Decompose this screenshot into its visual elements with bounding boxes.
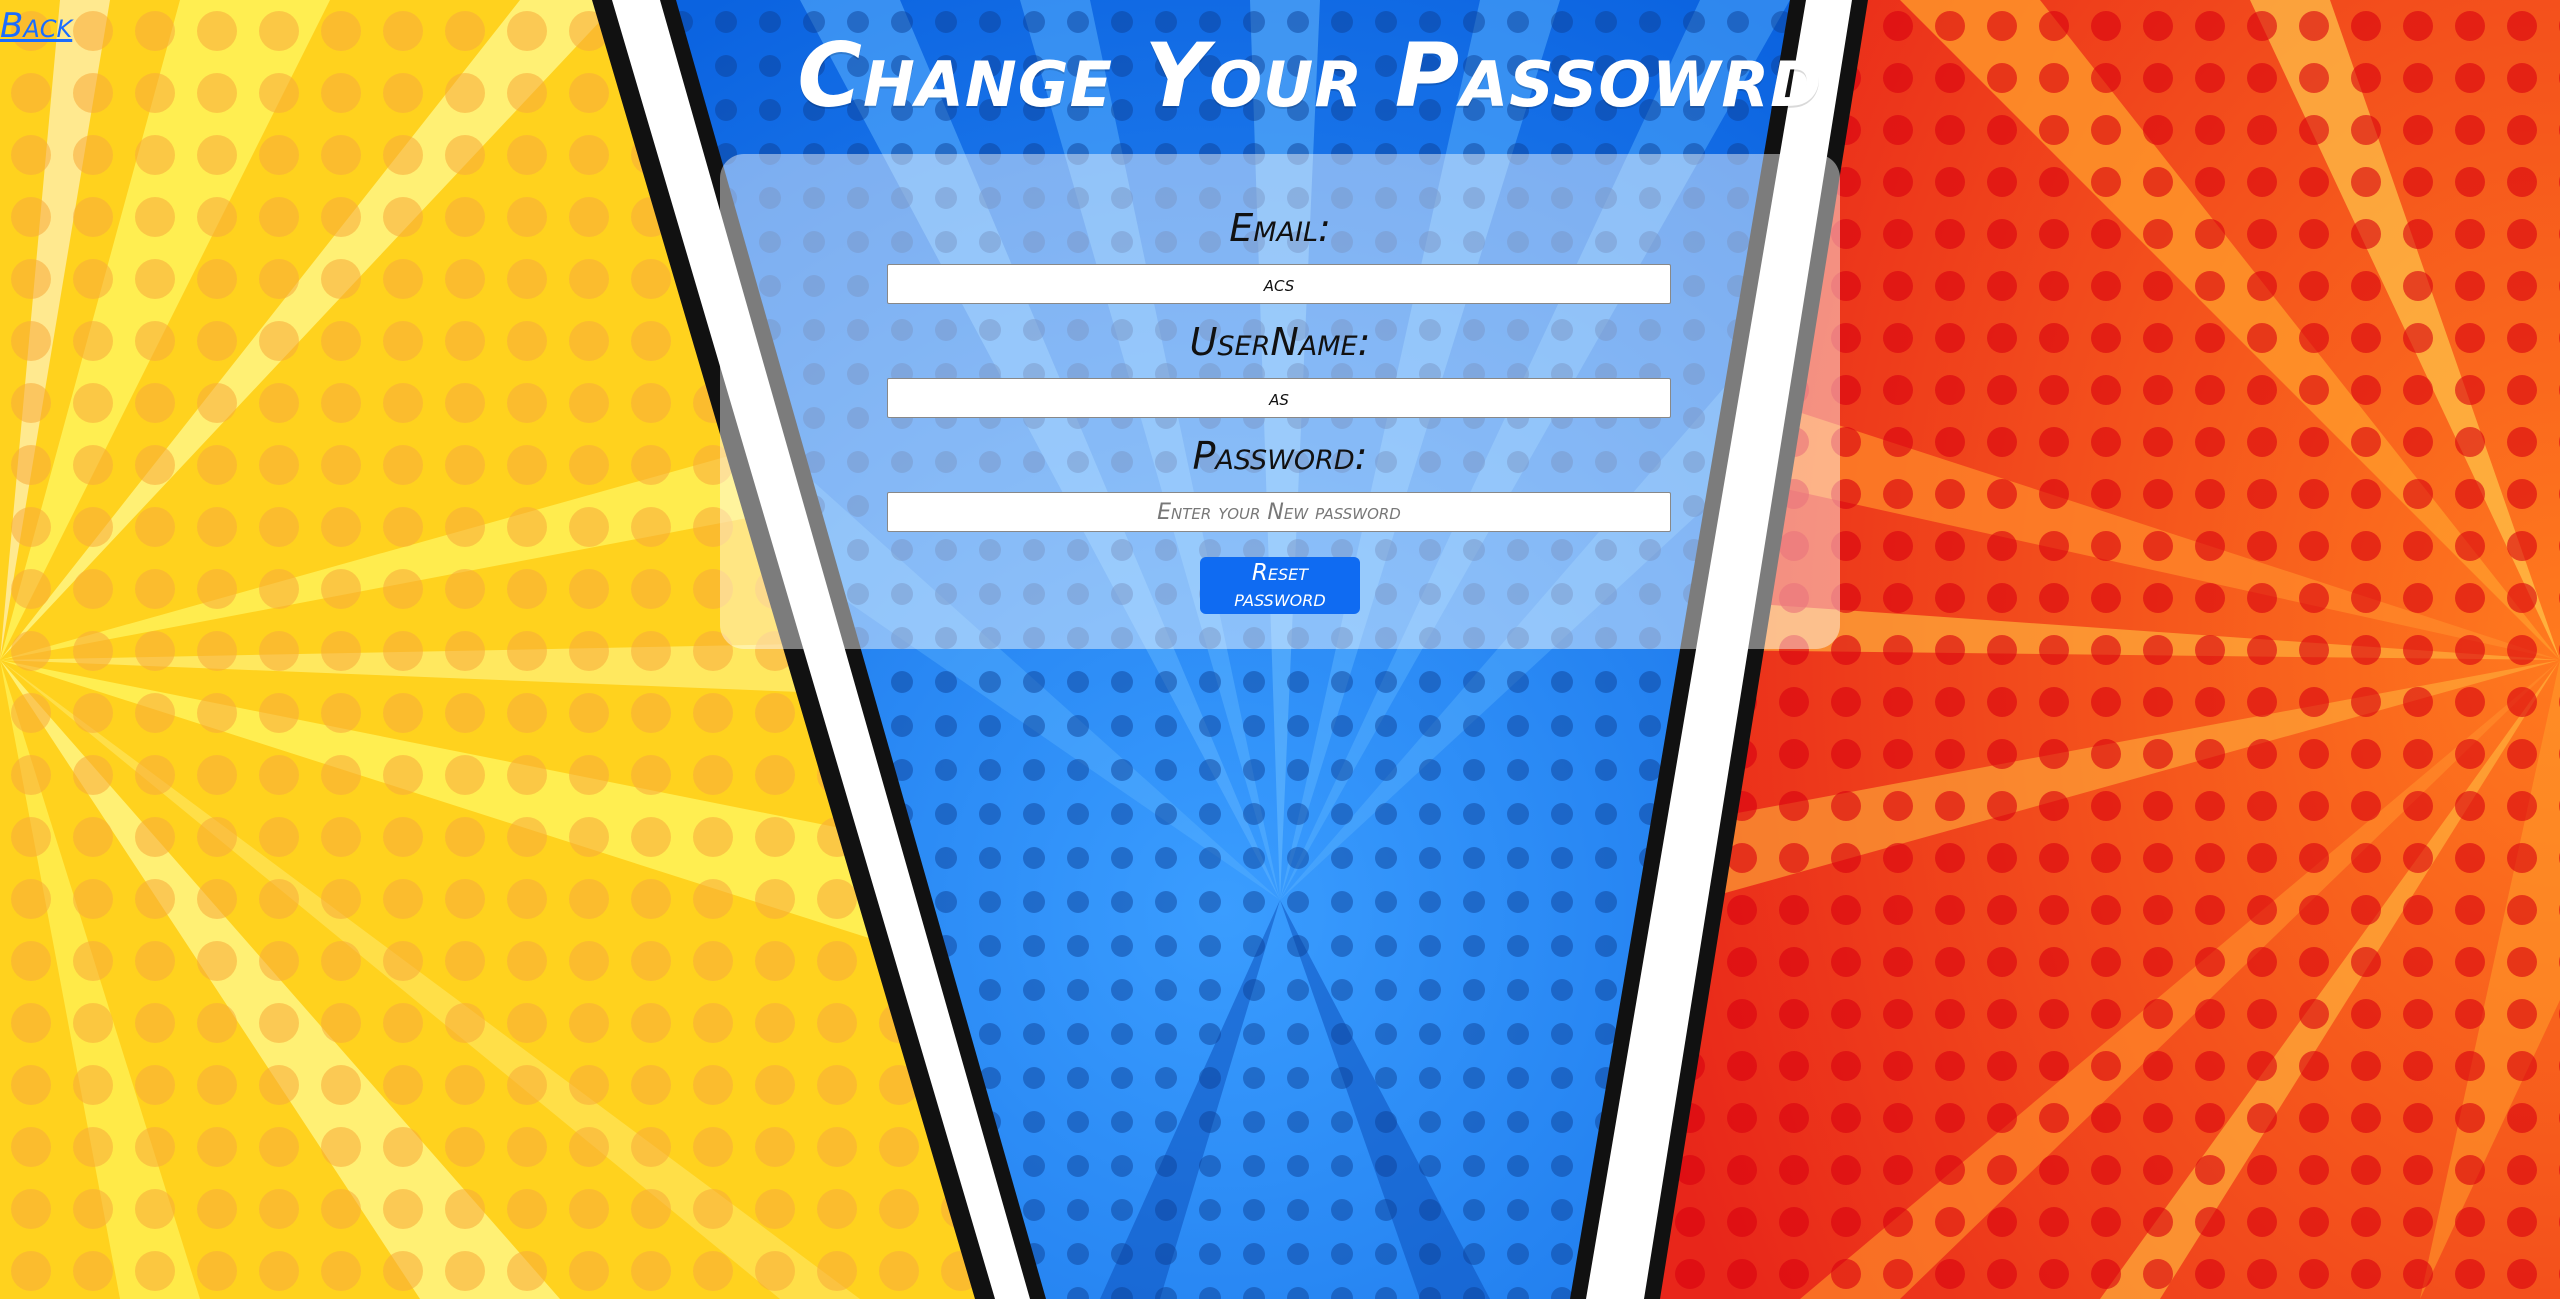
email-field[interactable] [887,264,1671,304]
username-label: UserName: [1189,320,1371,364]
reset-password-button[interactable]: Reset password [1200,557,1360,614]
password-label: Password: [1192,434,1368,478]
change-password-form: Email: UserName: Password: Reset passwor… [720,154,1840,649]
page-title: Change Your Passowrd [797,24,1823,127]
password-field[interactable] [887,492,1671,532]
username-field[interactable] [887,378,1671,418]
email-label: Email: [1229,206,1331,250]
